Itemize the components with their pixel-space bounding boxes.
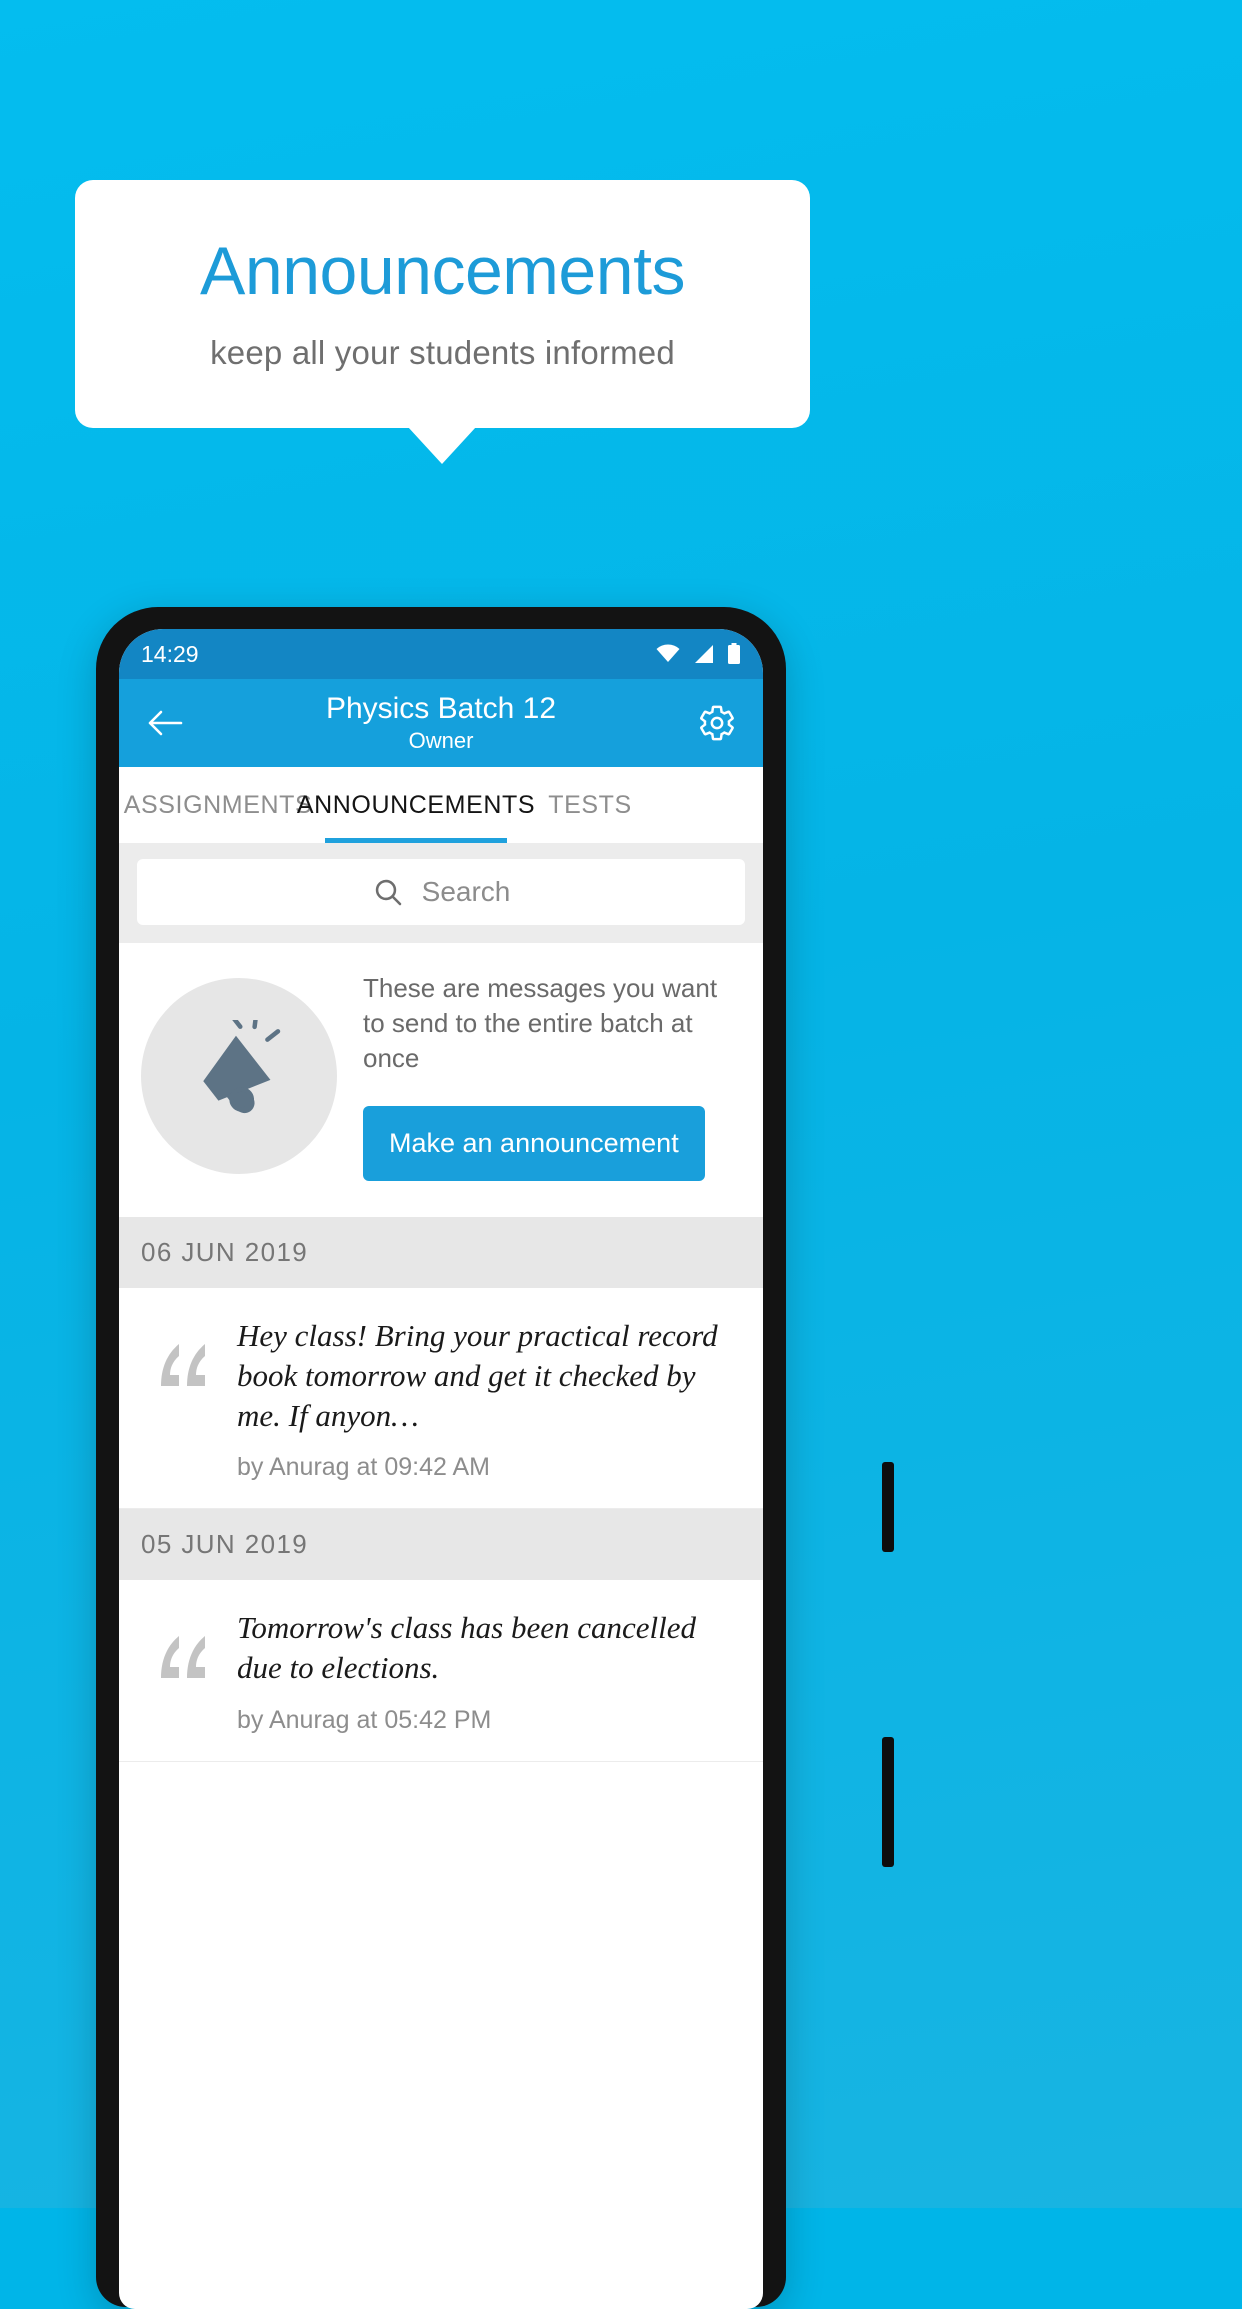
battery-icon (728, 643, 740, 664)
date-header: 05 JUN 2019 (119, 1509, 763, 1581)
page-subtitle: Owner (408, 728, 474, 754)
tab-overflow-peek[interactable] (665, 767, 705, 843)
announcement-meta: by Anurag at 05:42 PM (237, 1705, 492, 1734)
quote-icon-wrap (141, 1316, 227, 1482)
search-icon (375, 879, 401, 906)
empty-state-card: These are messages you want to send to t… (119, 943, 763, 1218)
promo-card: Announcements keep all your students inf… (75, 180, 810, 428)
page-title: Physics Batch 12 (325, 692, 557, 726)
empty-state-content: These are messages you want to send to t… (363, 971, 741, 1182)
announcement-body: Tomorrow's class has been cancelled due … (237, 1608, 741, 1734)
settings-button[interactable] (695, 701, 739, 745)
phone-volume-button (882, 1737, 894, 1867)
search-placeholder: Search (421, 876, 511, 907)
empty-state-description: These are messages you want to send to t… (363, 973, 718, 1074)
announcement-meta: by Anurag at 09:42 AM (237, 1453, 490, 1482)
make-announcement-button[interactable]: Make an announcement (363, 1106, 705, 1182)
signal-icon (695, 645, 713, 663)
search-bar-container: Search (119, 843, 763, 943)
back-arrow-icon (148, 710, 183, 736)
tab-assignments[interactable]: ASSIGNMENTS (119, 767, 317, 843)
app-bar-titles: Physics Batch 12 Owner (119, 692, 763, 753)
announcement-text: Tomorrow's class has been cancelled due … (237, 1610, 696, 1685)
tab-tests[interactable]: TESTS (515, 767, 665, 843)
status-bar: 14:29 (119, 629, 763, 679)
announcement-text: Hey class! Bring your practical record b… (237, 1318, 718, 1433)
status-bar-clock: 14:29 (141, 640, 199, 667)
promo-card-tail (408, 427, 476, 464)
quote-icon-wrap (141, 1608, 227, 1734)
quote-icon (161, 1636, 205, 1679)
announcement-row[interactable]: Hey class! Bring your practical record b… (119, 1288, 763, 1510)
status-bar-icons (655, 643, 741, 665)
gear-icon (700, 705, 734, 741)
megaphone-icon (203, 1020, 281, 1114)
megaphone-icon-circle (141, 978, 337, 1175)
announcement-row[interactable]: Tomorrow's class has been cancelled due … (119, 1580, 763, 1762)
phone-power-button (882, 1462, 894, 1552)
phone-mockup: 14:29 Physics Batch 12 Owner ASSIGNMENTS… (96, 607, 894, 2309)
tab-bar[interactable]: ASSIGNMENTS ANNOUNCEMENTS TESTS (119, 767, 763, 843)
wifi-icon (656, 644, 680, 662)
promo-subheadline: keep all your students informed (210, 333, 675, 371)
back-button[interactable] (143, 701, 187, 745)
quote-icon (161, 1344, 205, 1387)
phone-screen: 14:29 Physics Batch 12 Owner ASSIGNMENTS… (119, 629, 763, 2309)
promo-headline: Announcements (200, 233, 685, 310)
app-bar: Physics Batch 12 Owner (119, 679, 763, 767)
announcement-body: Hey class! Bring your practical record b… (237, 1316, 741, 1482)
tab-announcements[interactable]: ANNOUNCEMENTS (297, 767, 535, 843)
search-input[interactable]: Search (137, 859, 745, 925)
date-header: 06 JUN 2019 (119, 1217, 763, 1289)
